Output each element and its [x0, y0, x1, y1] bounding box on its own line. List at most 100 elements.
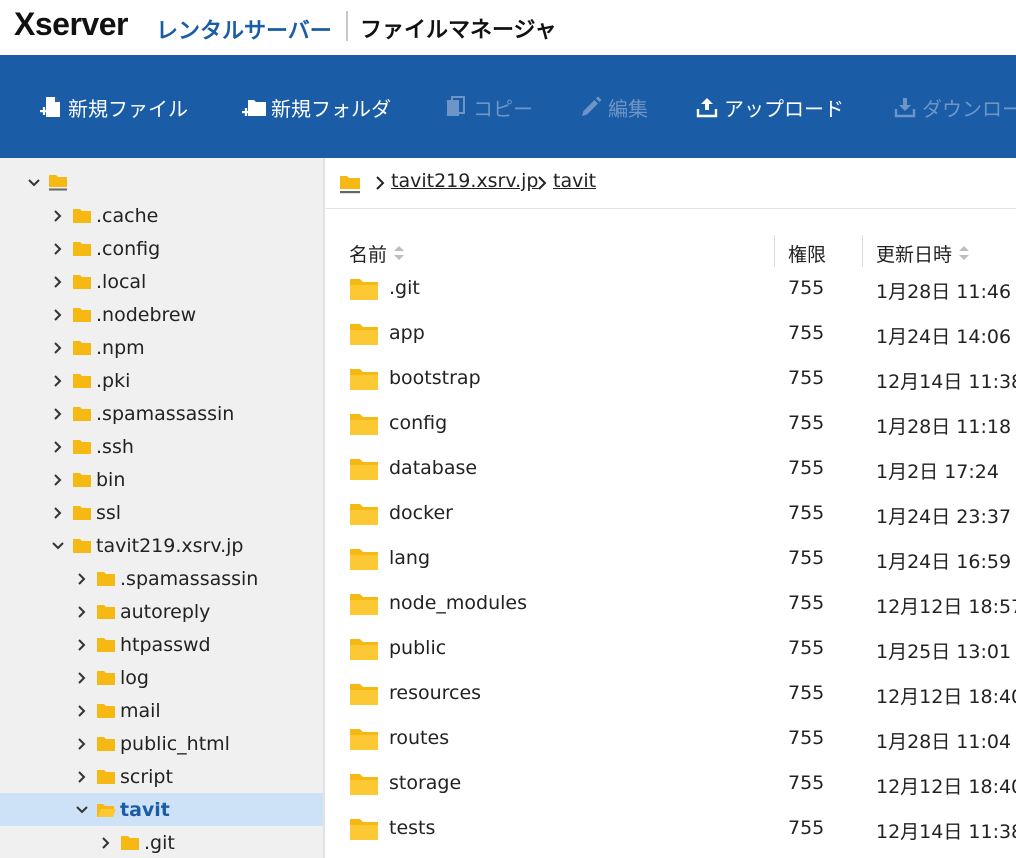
tree-item-label: .pki: [96, 369, 131, 392]
tree-item[interactable]: htpasswd: [0, 628, 323, 661]
tree-item[interactable]: .local: [0, 265, 323, 298]
tree-item[interactable]: .git: [0, 826, 323, 858]
new-file-label: 新規ファイル: [68, 96, 188, 121]
tree-item[interactable]: log: [0, 661, 323, 694]
table-row[interactable]: node_modules 755 12月12日 18:57: [325, 582, 1016, 627]
tree-item[interactable]: .ssh: [0, 430, 323, 463]
table-row[interactable]: routes 755 1月28日 11:04: [325, 717, 1016, 762]
table-row[interactable]: lang 755 1月24日 16:59: [325, 537, 1016, 582]
upload-label: アップロード: [724, 96, 844, 121]
chevron-right-icon[interactable]: [51, 440, 65, 454]
column-divider[interactable]: [862, 235, 863, 267]
tree-item[interactable]: bin: [0, 463, 323, 496]
chevron-right-icon[interactable]: [51, 473, 65, 487]
tree-item[interactable]: script: [0, 760, 323, 793]
new-file-icon: [40, 97, 60, 117]
tree-item[interactable]: .spamassassin: [0, 562, 323, 595]
tree-item[interactable]: .npm: [0, 331, 323, 364]
table-row[interactable]: public 755 1月25日 13:01: [325, 627, 1016, 672]
file-modified: 12月14日 11:38: [876, 371, 1016, 393]
tree-item[interactable]: autoreply: [0, 595, 323, 628]
chevron-down-icon[interactable]: [75, 803, 89, 817]
edit-button[interactable]: 編集: [578, 91, 648, 123]
folder-icon: [350, 504, 378, 525]
folder-icon: [73, 374, 91, 388]
header-divider: [346, 11, 348, 41]
tree-item-label: .ssh: [96, 435, 134, 458]
file-name: config: [389, 412, 448, 434]
table-row[interactable]: app 755 1月24日 14:06: [325, 312, 1016, 357]
chevron-right-icon[interactable]: [51, 308, 65, 322]
table-row[interactable]: tests 755 12月14日 11:38: [325, 807, 1016, 852]
table-row[interactable]: bootstrap 755 12月14日 11:38: [325, 357, 1016, 402]
chevron-right-icon[interactable]: [75, 572, 89, 586]
column-header-name[interactable]: 名前: [349, 237, 405, 269]
column-header-permission[interactable]: 権限: [788, 237, 826, 269]
folder-icon: [73, 308, 91, 322]
tree-item[interactable]: .config: [0, 232, 323, 265]
column-divider[interactable]: [774, 235, 775, 267]
breadcrumb-link-current[interactable]: tavit: [553, 170, 596, 192]
tree-item[interactable]: .pki: [0, 364, 323, 397]
file-name: app: [389, 322, 425, 344]
chevron-right-icon[interactable]: [75, 605, 89, 619]
tree-item[interactable]: ssl: [0, 496, 323, 529]
new-folder-button[interactable]: 新規フォルダ: [241, 91, 391, 123]
table-row[interactable]: docker 755 1月24日 23:37: [325, 492, 1016, 537]
chevron-right-icon[interactable]: [51, 275, 65, 289]
file-name: routes: [389, 727, 450, 749]
chevron-right-icon[interactable]: [51, 374, 65, 388]
chevron-right-icon[interactable]: [75, 638, 89, 652]
folder-icon: [97, 770, 115, 784]
folder-icon: [350, 774, 378, 795]
file-permission: 755: [788, 772, 825, 794]
table-row[interactable]: database 755 1月2日 17:24: [325, 447, 1016, 492]
chevron-right-icon[interactable]: [51, 341, 65, 355]
table-row[interactable]: storage 755 12月12日 18:40: [325, 762, 1016, 807]
download-label: ダウンロード: [922, 96, 1016, 121]
chevron-down-icon[interactable]: [27, 176, 41, 190]
xserver-logo[interactable]: Xserver: [14, 6, 128, 43]
chevron-down-icon[interactable]: [51, 539, 65, 553]
chevron-right-icon[interactable]: [75, 704, 89, 718]
tree-item-label: htpasswd: [120, 633, 211, 656]
tree-item[interactable]: .cache: [0, 199, 323, 232]
tree-item[interactable]: .spamassassin: [0, 397, 323, 430]
file-modified: 12月12日 18:40: [876, 776, 1016, 798]
toolbar: 新規ファイル 新規フォルダ コピー 編集 アップロード ダウンロー: [0, 55, 1016, 158]
tree-item[interactable]: tavit: [0, 793, 323, 826]
tree-item[interactable]: .nodebrew: [0, 298, 323, 331]
column-header-modified[interactable]: 更新日時: [876, 237, 970, 269]
table-row[interactable]: .git 755 1月28日 11:46: [325, 267, 1016, 312]
tree-item-label: .local: [96, 270, 147, 293]
chevron-right-icon[interactable]: [75, 671, 89, 685]
tree-root-item[interactable]: [0, 166, 323, 199]
table-row[interactable]: resources 755 12月12日 18:40: [325, 672, 1016, 717]
file-name: .git: [389, 277, 420, 299]
breadcrumb-link-domain[interactable]: tavit219.xsrv.jp: [391, 170, 538, 192]
chevron-right-icon[interactable]: [51, 506, 65, 520]
folder-icon: [350, 684, 378, 705]
download-button[interactable]: ダウンロード: [892, 91, 1016, 123]
table-row[interactable]: config 755 1月28日 11:18: [325, 402, 1016, 447]
upload-button[interactable]: アップロード: [694, 91, 844, 123]
new-file-button[interactable]: 新規ファイル: [38, 91, 188, 123]
chevron-right-icon[interactable]: [75, 770, 89, 784]
copy-button[interactable]: コピー: [443, 91, 533, 123]
chevron-right-icon[interactable]: [99, 836, 113, 850]
home-folder-icon[interactable]: [339, 172, 361, 194]
tree-item-label: autoreply: [120, 600, 211, 623]
chevron-right-icon[interactable]: [51, 407, 65, 421]
chevron-right-icon[interactable]: [51, 209, 65, 223]
file-name: lang: [389, 547, 431, 569]
tree-item-label: bin: [96, 468, 126, 491]
tree-item[interactable]: public_html: [0, 727, 323, 760]
chevron-right-icon[interactable]: [75, 737, 89, 751]
tree-item[interactable]: tavit219.xsrv.jp: [0, 529, 323, 562]
chevron-right-icon[interactable]: [51, 242, 65, 256]
tree-item[interactable]: mail: [0, 694, 323, 727]
download-icon: [894, 98, 916, 118]
file-modified: 1月2日 17:24: [876, 461, 999, 483]
folder-icon: [350, 324, 378, 345]
file-modified: 1月28日 11:04: [876, 731, 1012, 753]
